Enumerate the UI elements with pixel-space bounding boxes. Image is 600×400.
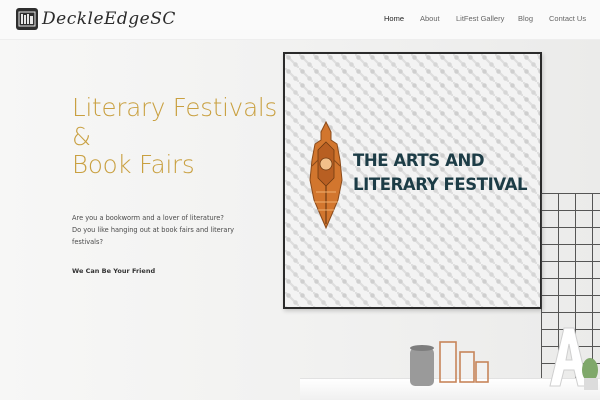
- cta-link[interactable]: We Can Be Your Friend: [72, 267, 155, 275]
- nav-contact-us[interactable]: Contact Us: [549, 14, 586, 23]
- hero-title-line: &: [72, 121, 91, 151]
- nav-about[interactable]: About: [420, 14, 440, 23]
- poster-title: THE ARTS AND LITERARY FESTIVAL: [353, 149, 528, 197]
- nav-litfest-gallery[interactable]: LitFest Gallery: [456, 14, 504, 23]
- desk-decor-illustration: [410, 327, 598, 390]
- letter-block-a: [549, 327, 589, 387]
- festival-poster: THE ARTS AND LITERARY FESTIVAL: [283, 52, 542, 309]
- hero-description-line: Are you a bookworm and a lover of litera…: [72, 214, 224, 222]
- main-nav: Home About LitFest Gallery Blog Contact …: [0, 14, 600, 26]
- nav-home[interactable]: Home: [384, 14, 404, 23]
- nav-blog[interactable]: Blog: [518, 14, 533, 23]
- fountain-pen-nib-icon: [309, 120, 343, 230]
- poster-title-line: THE ARTS AND: [353, 151, 485, 170]
- hero-description-line: festivals?: [72, 238, 103, 246]
- hero-title-line: Book Fairs: [72, 150, 195, 179]
- hero-description: Are you a bookworm and a lover of litera…: [72, 212, 262, 248]
- hero-title: Literary Festivals & Book Fairs: [72, 93, 287, 180]
- poster-title-line: LITERARY FESTIVAL: [353, 175, 528, 194]
- hero-description-line: Do you like hanging out at book fairs an…: [72, 226, 235, 234]
- hero-title-line: Literary Festivals: [72, 93, 278, 122]
- site-header: DeckleEdgeSC Home About LitFest Gallery …: [0, 0, 600, 40]
